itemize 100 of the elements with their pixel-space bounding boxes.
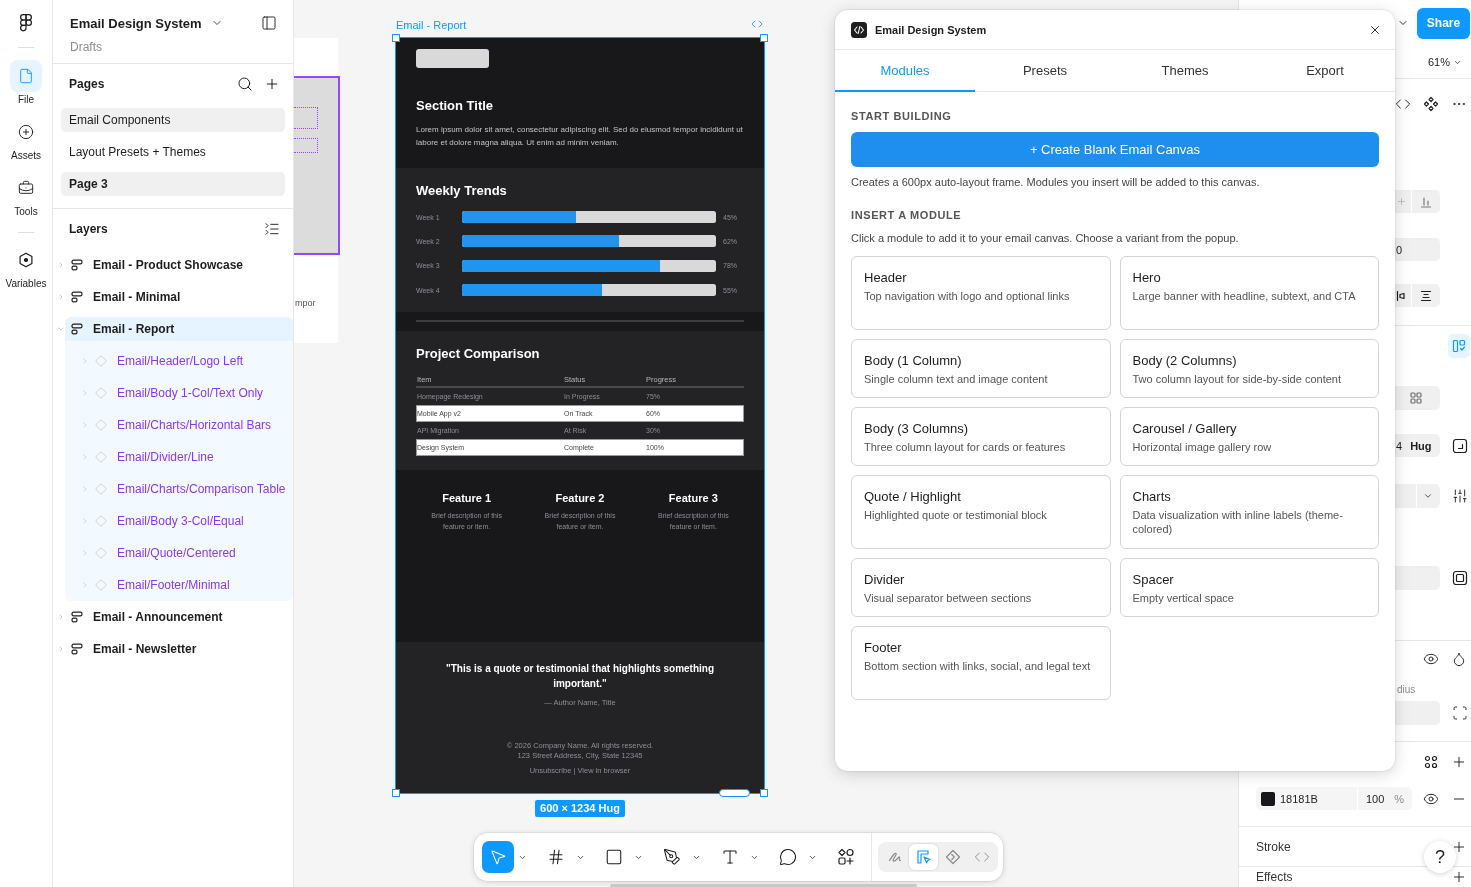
tab[interactable]: Themes [1115,50,1255,92]
module-card[interactable]: Hero Large banner with headline, subtext, and CTA [1119,256,1379,330]
eye-icon[interactable] [1423,651,1439,667]
plus-icon[interactable] [1451,754,1467,770]
distribute-vertical-icon[interactable] [1420,289,1432,302]
resize-handle[interactable] [392,789,400,797]
code-icon[interactable] [751,18,763,30]
align-bottom-icon[interactable] [1420,195,1432,208]
circle-plus-icon[interactable] [18,124,34,140]
ruler-pen-icon[interactable] [915,849,932,865]
module-description: Highlighted quote or testimonial block [864,508,1047,522]
chevron-down-icon[interactable] [1423,491,1433,501]
diamond-icon [95,483,107,495]
grid-icon[interactable] [1410,392,1422,404]
layer-item[interactable]: Email/Charts/Comparison Table [89,477,293,501]
nav-label: Assets [11,150,41,162]
module-card[interactable]: Carousel / Gallery Horizontal image gallery row [1119,407,1379,466]
diamond-arrow-icon[interactable] [944,849,961,865]
shapes-plus-icon[interactable] [837,848,855,866]
pointer-icon[interactable] [489,848,507,866]
layer-item[interactable]: Email/Quote/Centered [89,541,293,565]
layer-item[interactable]: Email - Announcement [65,605,293,629]
hash-icon[interactable] [547,848,565,866]
body-text: Lorem ipsum dolor sit amet, consectetur adipiscing elit. Sed do eiusmod tempor incididunt ut labore et dolore magna aliqua. Ut enim ad minim veniam. [416,124,744,149]
layer-item[interactable]: Email/Body 3-Col/Equal [89,509,293,533]
sliders-icon[interactable] [1452,488,1468,504]
pen-icon[interactable] [663,848,681,866]
module-card[interactable]: Charts Data visualization with inline labels (theme-colored) [1119,475,1379,549]
module-card[interactable]: Spacer Empty vertical space [1119,558,1379,617]
module-card[interactable]: Header Top navigation with logo and optional links [851,256,1111,330]
drop-icon[interactable] [1451,651,1467,667]
help-text: Creates a 600px auto-layout frame. Modules you insert will be added to this canvas. [851,175,1261,189]
drag-handle[interactable] [719,789,750,797]
search-icon[interactable] [237,76,253,92]
layer-item[interactable]: Email - Product Showcase [65,253,293,277]
tab[interactable]: Export [1255,50,1395,92]
page-item[interactable]: Page 3 [61,172,285,196]
layer-item[interactable]: Email - Report [65,317,293,341]
input-field[interactable] [1395,701,1440,725]
module-description: Horizontal image gallery row [1132,440,1272,454]
module-card[interactable]: Quote / Highlight Highlighted quote or testimonial block [851,475,1111,549]
dropdown-field[interactable] [1395,484,1440,508]
four-diamonds-icon[interactable] [1423,96,1439,112]
grid-field[interactable] [1395,386,1440,410]
section-title: Section Title [416,98,495,114]
page-item[interactable]: Email Components [61,108,285,132]
module-card[interactable]: Footer Bottom section with links, social, and legal text [851,626,1111,700]
file-icon[interactable] [18,68,34,84]
fill-field[interactable]: 18181B 100 % [1256,787,1412,810]
resize-handle[interactable] [392,34,400,42]
auto-layout-icon[interactable] [1448,334,1470,358]
sidebar-icon[interactable] [261,15,277,31]
square-corner-icon[interactable] [1452,437,1468,454]
file-location: Drafts [70,39,103,55]
diamond-icon [95,451,107,463]
speech-bubble-icon[interactable] [779,848,797,866]
briefcase-icon[interactable] [18,180,34,196]
module-card[interactable]: Body (2 Columns) Two column layout for side-by-side content [1119,339,1379,398]
segmented-control[interactable] [1395,284,1440,307]
feature-title: Feature 3 [668,491,718,505]
page-item[interactable]: Layout Presets + Themes [61,140,285,164]
zoom-level[interactable]: 61% [1427,56,1450,68]
layer-item[interactable]: Email/Divider/Line [89,445,293,469]
four-dots-icon[interactable] [1423,754,1439,770]
layer-item[interactable]: Email - Newsletter [65,637,293,661]
tab[interactable]: Presets [975,50,1115,92]
align-left-icon[interactable] [1396,289,1408,302]
code-icon[interactable] [1395,96,1411,112]
module-card[interactable]: Body (3 Columns) Three column layout for cards or features [851,407,1111,466]
layer-item[interactable]: Email - Minimal [65,285,293,309]
layer-item[interactable]: Email/Footer/Minimal [89,573,293,597]
chevron-right-icon[interactable] [57,293,65,301]
corners-icon[interactable] [1452,705,1468,721]
module-title: Footer [864,639,902,657]
input-field[interactable] [1395,566,1440,590]
resize-handle[interactable] [760,789,768,797]
resize-handle[interactable] [760,34,768,42]
layer-item[interactable]: Email/Header/Logo Left [89,349,293,373]
section-title: Project Comparison [416,346,541,362]
chevron-right-icon[interactable] [57,261,65,269]
module-card[interactable]: Body (1 Column) Single column text and image content [851,339,1111,398]
chevron-right-icon[interactable] [57,613,65,621]
collapse-list-icon[interactable] [264,221,280,237]
layer-item[interactable]: Email/Charts/Horizontal Bars [89,413,293,437]
help-text: Click a module to add it to your email canvas. Choose a variant from the popup. [851,231,1240,245]
plus-icon[interactable] [1396,196,1407,207]
square-icon[interactable] [605,848,623,866]
size-field[interactable]: 4 Hug [1395,434,1440,457]
layer-item[interactable]: Email/Body 1-Col/Text Only [89,381,293,405]
stacked-rows-icon [71,291,83,303]
stacked-rows-icon [71,259,83,271]
plus-icon[interactable] [264,76,280,92]
nav-label: File [17,94,35,106]
chevron-right-icon[interactable] [57,645,65,653]
number-field[interactable]: 0 [1395,238,1440,261]
module-description: Visual separator between sections [864,591,1032,605]
module-card[interactable]: Divider Visual separator between sections [851,558,1111,617]
mode-button[interactable] [909,844,938,870]
nested-square-icon[interactable] [1452,570,1468,586]
text-icon[interactable] [721,848,739,866]
